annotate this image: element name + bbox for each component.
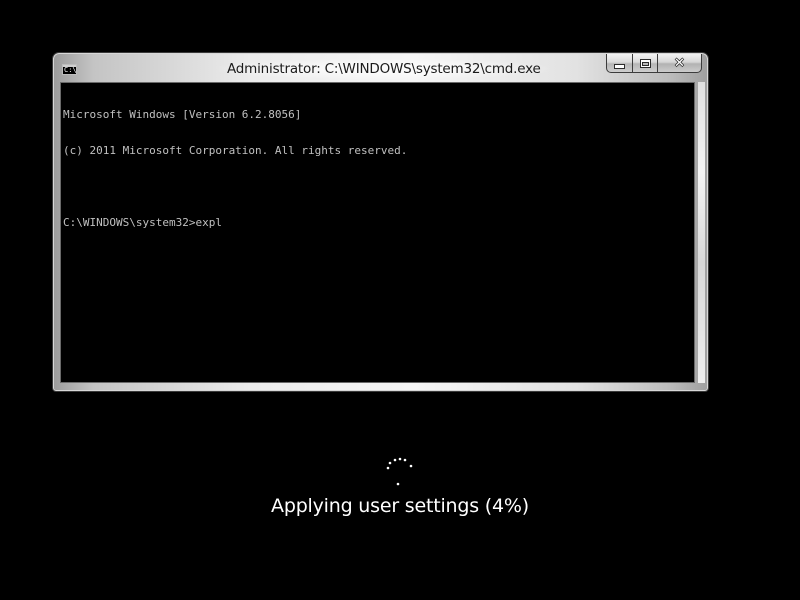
cmd-window[interactable]: C:\ Administrator: C:\WINDOWS\system32\c… xyxy=(53,53,708,391)
console-line-copyright: (c) 2011 Microsoft Corporation. All righ… xyxy=(63,144,408,157)
spinner-dot xyxy=(386,466,390,470)
cmd-icon-text: C:\ xyxy=(64,66,77,74)
desktop-screen: C:\ Administrator: C:\WINDOWS\system32\c… xyxy=(0,0,800,600)
spinner-dot xyxy=(388,461,392,465)
spinner-dot xyxy=(398,457,402,461)
status-message: Applying user settings (4%) xyxy=(271,495,529,517)
window-title: Administrator: C:\WINDOWS\system32\cmd.e… xyxy=(219,59,549,79)
spinner-dot xyxy=(396,482,400,486)
maximize-button[interactable] xyxy=(632,54,657,73)
spinner-dot xyxy=(403,458,407,462)
maximize-icon xyxy=(639,58,651,68)
console-prompt-line: C:\WINDOWS\system32>expl xyxy=(63,216,222,229)
console-output: Microsoft Windows [Version 6.2.8056] (c)… xyxy=(63,85,407,253)
minimize-button[interactable] xyxy=(606,54,632,73)
close-icon: ✕ xyxy=(674,55,685,71)
minimize-icon xyxy=(614,64,625,69)
spinner-dot xyxy=(393,458,397,462)
console-line-version: Microsoft Windows [Version 6.2.8056] xyxy=(63,108,302,121)
window-right-frame xyxy=(698,82,705,383)
console-area[interactable]: Microsoft Windows [Version 6.2.8056] (c)… xyxy=(60,82,695,383)
title-bar[interactable]: C:\ Administrator: C:\WINDOWS\system32\c… xyxy=(54,54,707,82)
cmd-prompt-icon[interactable]: C:\ xyxy=(62,64,77,75)
spinner-dot xyxy=(409,464,413,468)
close-button[interactable]: ✕ xyxy=(657,54,702,73)
loading-spinner-icon xyxy=(386,457,413,486)
caption-buttons: ✕ xyxy=(606,54,702,73)
